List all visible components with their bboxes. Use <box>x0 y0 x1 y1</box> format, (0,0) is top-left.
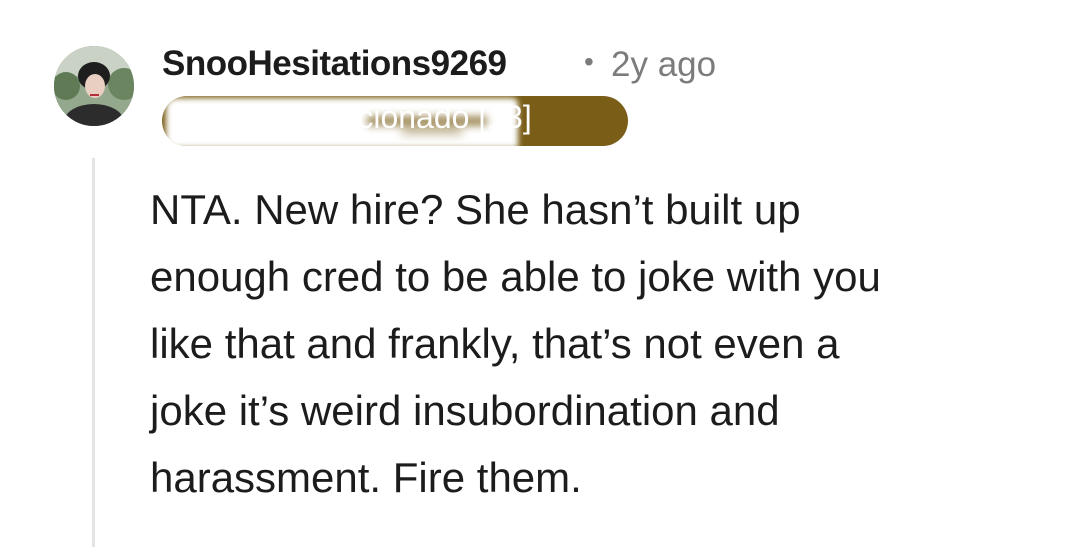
comment-body-line: NTA. New hire? She hasn’t built up <box>150 186 801 233</box>
thread-line[interactable] <box>92 158 95 547</box>
user-flair-text: Aficionado [13] <box>336 99 532 136</box>
username-link[interactable]: SnooHesitations9269 <box>162 44 507 84</box>
user-avatar[interactable] <box>54 46 134 126</box>
comment-body: NTA. New hire? She hasn’t built up enoug… <box>150 176 1030 511</box>
comment-body-line: enough cred to be able to joke with you <box>150 253 881 300</box>
comment-body-line: like that and frankly, that’s not even a <box>150 320 840 367</box>
comment-body-line: joke it’s weird insubordination and <box>150 387 780 434</box>
avatar-image <box>54 46 134 126</box>
comment: SnooHesitations9269 • 2y ago Aficionado … <box>0 0 1080 547</box>
comment-body-line: harassment. Fire them. <box>150 454 582 501</box>
comment-timestamp: 2y ago <box>611 45 717 84</box>
meta-separator: • <box>584 46 594 77</box>
flair-visible-text: Aficionado [13] <box>320 99 532 135</box>
